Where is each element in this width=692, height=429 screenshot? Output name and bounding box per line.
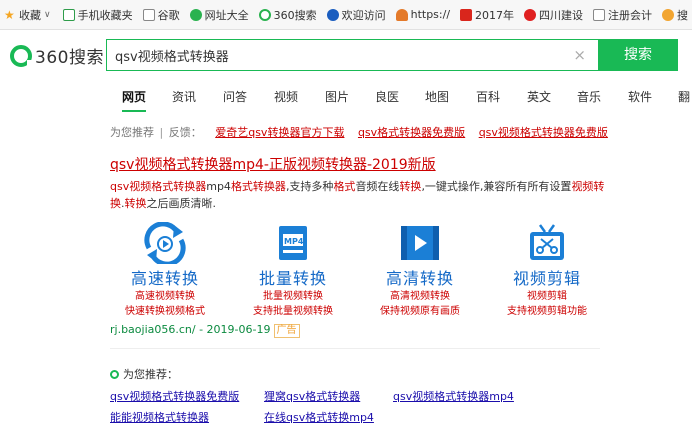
tab-baike[interactable]: 百科: [476, 84, 500, 112]
bookmarks-bar: ★ 收藏 ∨ 手机收藏夹 谷歌 网址大全 360搜索 欢迎访问 https://…: [0, 0, 692, 30]
description-text: 之后画质清晰.: [146, 197, 217, 210]
feature-item[interactable]: 高速转换 高速视频转换 快速转换视频格式: [110, 221, 220, 319]
highlighted-keyword: 转换: [124, 197, 147, 210]
bookmark-sogou[interactable]: 搜: [662, 7, 688, 23]
bookmark-sichuan-construction[interactable]: 四川建设: [524, 7, 583, 23]
related-links: qsv视频格式转换器免费版 狸窝qsv格式转换器 qsv视频格式转换器mp4 能…: [110, 388, 610, 428]
tab-images[interactable]: 图片: [325, 84, 349, 112]
green-globe-icon: [189, 8, 202, 21]
ad-result: qsv视频格式转换器mp4-正版视频转换器-2019新版 qsv视频格式转换器m…: [110, 154, 610, 212]
related-link[interactable]: 狸窝qsv格式转换器: [264, 388, 360, 404]
bookmark-favorites[interactable]: ★ 收藏 ∨: [4, 7, 51, 23]
highlighted-keyword: 格式: [333, 180, 356, 193]
tab-software[interactable]: 软件: [628, 84, 652, 112]
bookmark-https[interactable]: https://: [395, 8, 450, 21]
person-icon: [395, 8, 408, 21]
related-link[interactable]: qsv视频格式转换器mp4: [393, 388, 514, 404]
recommend-link[interactable]: 爱奇艺qsv转换器官方下载: [215, 126, 344, 139]
star-icon: ★: [4, 7, 15, 22]
feature-item[interactable]: 高清转换 高清视频转换 保持视频原有画质: [365, 222, 475, 319]
mobile-icon: [62, 8, 75, 21]
related-link[interactable]: qsv视频格式转换器免费版: [110, 388, 239, 404]
emblem-icon: [524, 8, 537, 21]
bookmark-site-directory[interactable]: 网址大全: [189, 7, 249, 23]
search-category-tabs: 网页 资讯 问答 视频 图片 良医 地图 百科 英文 音乐 软件 翻: [0, 84, 692, 112]
tab-qa[interactable]: 问答: [223, 84, 247, 112]
bookmark-360-search[interactable]: 360搜索: [258, 7, 317, 23]
bookmark-2017[interactable]: 2017年: [460, 7, 514, 23]
search-header: 360搜索 × 搜索: [0, 31, 692, 79]
highlighted-keyword: 转换: [399, 180, 422, 193]
360-logo-icon: [258, 8, 271, 21]
document-icon: [142, 8, 155, 21]
tab-english[interactable]: 英文: [527, 84, 551, 112]
tab-news[interactable]: 资讯: [172, 84, 196, 112]
tab-music[interactable]: 音乐: [577, 84, 601, 112]
close-icon[interactable]: ×: [573, 46, 586, 64]
feedback-link[interactable]: 反馈：: [169, 126, 202, 139]
tab-translate[interactable]: 翻: [678, 84, 690, 112]
video-play-icon: [396, 222, 444, 264]
360-logo-icon: [110, 369, 119, 379]
recommend-link[interactable]: qsv视频格式转换器免费版: [479, 126, 608, 139]
recommend-bar: 为您推荐 | 反馈： 爱奇艺qsv转换器官方下载 qsv格式转换器免费版 qsv…: [110, 126, 608, 139]
feature-item[interactable]: 视频剪辑 视频剪辑 支持视频剪辑功能: [492, 222, 602, 319]
related-heading: 为您推荐：: [110, 366, 610, 382]
highlighted-keyword: qsv视频格式转换器: [110, 180, 207, 193]
description-text: ,一键式操作,兼容所有所有设置: [421, 180, 572, 193]
related-link[interactable]: 能能视频格式转换器: [110, 409, 209, 425]
bookmark-mobile-favorites[interactable]: 手机收藏夹: [62, 7, 133, 23]
tv-scissors-icon: [523, 222, 571, 264]
red-page-icon: [460, 8, 473, 21]
tab-web[interactable]: 网页: [122, 84, 147, 112]
recommend-link[interactable]: qsv格式转换器免费版: [358, 126, 465, 139]
search-input[interactable]: [107, 41, 557, 69]
svg-text:MP4: MP4: [284, 237, 304, 246]
result-description: qsv视频格式转换器mp4格式转换器,支持多种格式音频在线转换,一键式操作,兼容…: [110, 178, 610, 212]
feature-list: 高速转换 高速视频转换 快速转换视频格式 MP4 批量转换 批量视频转换 支持批…: [110, 221, 610, 320]
related-searches: 为您推荐： qsv视频格式转换器免费版 狸窝qsv格式转换器 qsv视频格式转换…: [110, 366, 610, 428]
divider: [110, 348, 600, 349]
tab-map[interactable]: 地图: [425, 84, 449, 112]
description-text: mp4: [206, 180, 231, 193]
bookmark-google[interactable]: 谷歌: [142, 7, 180, 23]
bookmark-cpa[interactable]: 注册会计: [593, 7, 652, 23]
circular-arrows-icon: [141, 221, 189, 267]
tab-doctor[interactable]: 良医: [375, 84, 399, 112]
blue-globe-icon: [326, 8, 339, 21]
search-box: ×: [106, 39, 598, 71]
description-text: ,支持多种: [285, 180, 334, 193]
bookmark-welcome[interactable]: 欢迎访问: [326, 7, 386, 23]
ad-badge: 广告: [273, 324, 300, 338]
highlighted-keyword: 格式转换器: [230, 180, 286, 193]
sogou-icon: [662, 8, 675, 21]
chevron-down-icon: ∨: [44, 9, 51, 20]
360-logo-icon: [10, 44, 33, 67]
result-url: rj.baojia056.cn/ - 2019-06-19 广告: [110, 323, 300, 338]
search-button[interactable]: 搜索: [598, 39, 678, 71]
document-icon: [593, 8, 606, 21]
description-text: 音频在线: [355, 180, 400, 193]
result-title-link[interactable]: qsv视频格式转换器mp4-正版视频转换器-2019新版: [110, 154, 610, 174]
360-search-logo[interactable]: 360搜索: [10, 43, 104, 68]
feature-item[interactable]: MP4 批量转换 批量视频转换 支持批量视频转换: [238, 222, 348, 319]
related-link[interactable]: 在线qsv格式转换mp4: [264, 409, 374, 425]
mp4-file-icon: MP4: [269, 222, 317, 264]
tab-video[interactable]: 视频: [274, 84, 298, 112]
